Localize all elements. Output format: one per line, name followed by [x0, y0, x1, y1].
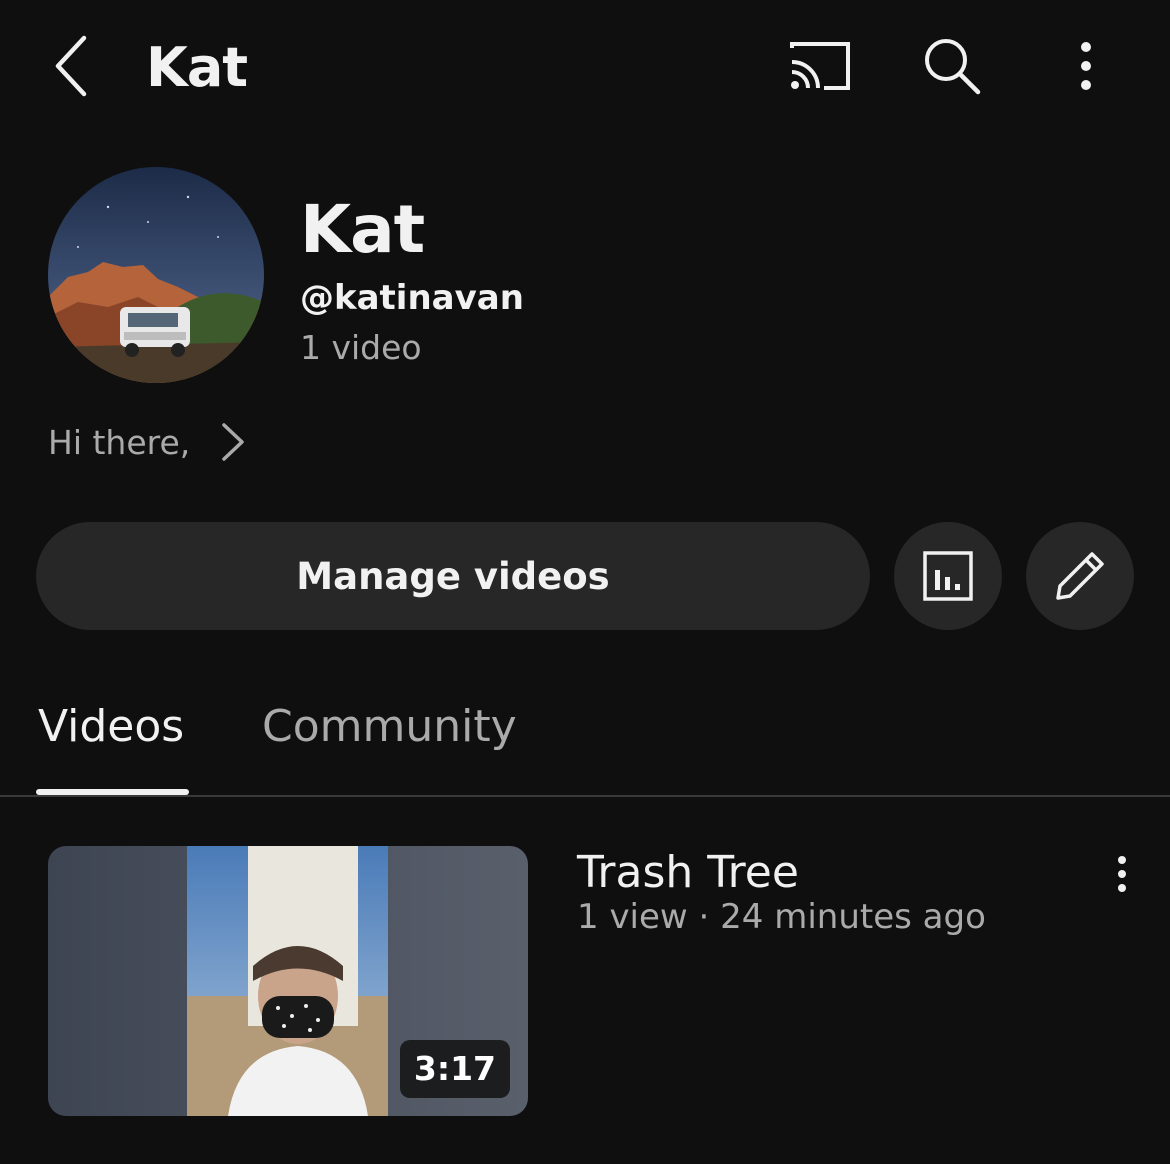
video-more-button[interactable] [1098, 848, 1146, 900]
description-text: Hi there, [48, 422, 191, 462]
search-button[interactable] [912, 30, 992, 102]
video-title[interactable]: Trash Tree [577, 846, 799, 900]
channel-handle: @katinavan [300, 278, 524, 318]
video-count: 1 video [300, 328, 422, 367]
edit-pencil-icon [1056, 552, 1104, 600]
chevron-right-icon [222, 423, 245, 461]
more-options-button[interactable] [1050, 30, 1122, 102]
cast-button[interactable] [780, 30, 860, 102]
tab-videos[interactable]: Videos [38, 694, 184, 760]
analytics-icon [923, 551, 973, 601]
back-button[interactable] [40, 30, 104, 102]
more-vert-icon [1081, 42, 1091, 90]
channel-avatar[interactable] [48, 167, 264, 383]
search-icon [925, 39, 981, 95]
tab-divider [0, 795, 1170, 797]
channel-name: Kat [300, 191, 425, 268]
edit-channel-button[interactable] [1026, 522, 1134, 630]
manage-videos-button[interactable]: Manage videos [36, 522, 870, 630]
tab-community[interactable]: Community [262, 694, 517, 760]
top-bar-title: Kat [146, 36, 248, 99]
video-meta: 1 view · 24 minutes ago [577, 897, 986, 937]
analytics-button[interactable] [894, 522, 1002, 630]
channel-description[interactable]: Hi there, [48, 414, 246, 470]
cast-icon [790, 42, 850, 90]
more-vert-icon [1118, 856, 1126, 892]
video-thumbnail[interactable]: 3:17 [48, 846, 528, 1116]
back-arrow-icon [55, 35, 87, 97]
video-duration-badge: 3:17 [399, 1040, 510, 1098]
avatar-image [48, 167, 264, 383]
